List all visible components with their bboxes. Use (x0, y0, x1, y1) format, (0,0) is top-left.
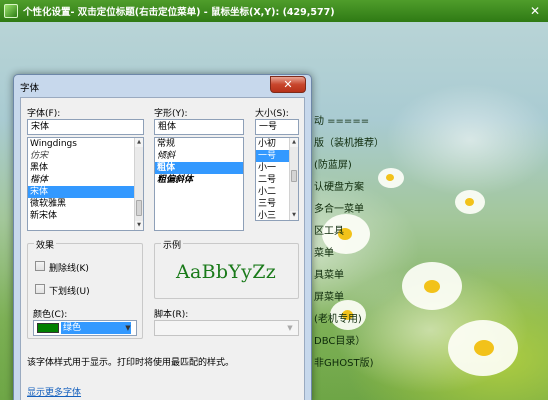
font-note: 该字体样式用于显示。打印时将使用最匹配的样式。 (27, 358, 235, 368)
font-list-item-selected[interactable]: 宋体 (28, 186, 143, 198)
app-close-button[interactable]: ✕ (528, 4, 542, 18)
style-list-item[interactable]: 倾斜 (155, 150, 243, 162)
color-select[interactable]: 绿色 ▼ (33, 320, 137, 336)
scroll-up-icon[interactable]: ▲ (135, 138, 143, 147)
scroll-thumb[interactable] (291, 170, 297, 182)
font-list-item[interactable]: Wingdings (28, 138, 143, 150)
sample-text: AaBbYyZz (175, 261, 277, 283)
font-list-scrollbar[interactable]: ▲ ▼ (134, 138, 143, 230)
style-list-item-selected[interactable]: 粗体 (155, 162, 243, 174)
dialog-body: 字体(F): 字形(Y): 大小(S): 宋体 粗体 一号 Wingdings … (20, 97, 305, 400)
menu-item[interactable]: DBC目录） (314, 332, 365, 347)
style-list-item[interactable]: 常规 (155, 138, 243, 150)
chevron-down-icon[interactable]: ▼ (122, 322, 134, 334)
effects-title: 效果 (34, 238, 57, 251)
underline-label: 下划线(U) (49, 287, 90, 297)
color-label: 颜色(C): (33, 310, 68, 320)
menu-item[interactable]: 动 ===== (314, 112, 369, 127)
scroll-down-icon[interactable]: ▼ (135, 221, 143, 230)
menu-item[interactable]: 多合一菜单 (314, 200, 364, 215)
underline-checkbox[interactable] (35, 284, 45, 294)
style-label: 字形(Y): (154, 109, 188, 119)
menu-item[interactable]: 区工具 (314, 222, 344, 237)
script-select[interactable]: ▼ (154, 320, 299, 336)
style-list-item[interactable]: 粗偏斜体 (155, 174, 243, 186)
font-dialog: 字体 ✕ 字体(F): 字形(Y): 大小(S): 宋体 粗体 一号 Wingd… (13, 74, 312, 400)
font-list[interactable]: Wingdings 仿宋 黑体 楷体 宋体 微软雅黑 新宋体 ▲ ▼ (27, 137, 144, 231)
sample-title: 示例 (161, 238, 184, 251)
size-list-scrollbar[interactable]: ▲ ▼ (289, 138, 298, 220)
font-list-item[interactable]: 仿宋 (28, 150, 143, 162)
font-list-item[interactable]: 楷体 (28, 174, 143, 186)
scroll-down-icon[interactable]: ▼ (290, 211, 298, 220)
app-titlebar[interactable]: 个性化设置- 双击定位标题(右击定位菜单) - 鼠标坐标(X,Y): (429,… (0, 0, 548, 22)
menu-item[interactable]: 具菜单 (314, 266, 344, 281)
chevron-down-icon[interactable]: ▼ (284, 322, 296, 334)
size-label: 大小(S): (255, 109, 289, 119)
show-more-fonts-link[interactable]: 显示更多字体 (27, 385, 81, 398)
font-list-item[interactable]: 新宋体 (28, 210, 143, 222)
menu-item[interactable]: (防蓝屏) (314, 156, 352, 171)
color-swatch (37, 323, 59, 333)
color-value: 绿色 (61, 322, 131, 334)
menu-item[interactable]: 菜单 (314, 244, 334, 259)
scroll-up-icon[interactable]: ▲ (290, 138, 298, 147)
strikeout-checkbox[interactable] (35, 261, 45, 271)
font-label: 字体(F): (27, 109, 61, 119)
dialog-close-button[interactable]: ✕ (270, 76, 306, 93)
strikeout-label: 删除线(K) (49, 264, 89, 274)
menu-item[interactable]: 认硬盘方案 (314, 178, 364, 193)
size-list[interactable]: 小初 一号 小一 二号 小二 三号 小三 ▲ ▼ (255, 137, 299, 221)
font-list-item[interactable]: 微软雅黑 (28, 198, 143, 210)
style-list[interactable]: 常规 倾斜 粗体 粗偏斜体 (154, 137, 244, 231)
menu-item[interactable]: 屏菜单 (314, 288, 344, 303)
size-input[interactable]: 一号 (255, 119, 299, 135)
app-title: 个性化设置- 双击定位标题(右击定位菜单) - 鼠标坐标(X,Y): (429,… (23, 7, 335, 18)
dialog-title: 字体 (20, 83, 40, 94)
menu-item[interactable]: (老机专用) (314, 310, 362, 325)
font-list-item[interactable]: 黑体 (28, 162, 143, 174)
menu-item[interactable]: 非GHOST版) (314, 354, 374, 369)
style-input[interactable]: 粗体 (154, 119, 244, 135)
script-label: 脚本(R): (154, 310, 189, 320)
font-input[interactable]: 宋体 (27, 119, 144, 135)
app-icon (4, 4, 18, 18)
menu-item[interactable]: 版（装机推荐） (314, 134, 384, 149)
scroll-thumb[interactable] (136, 200, 142, 216)
